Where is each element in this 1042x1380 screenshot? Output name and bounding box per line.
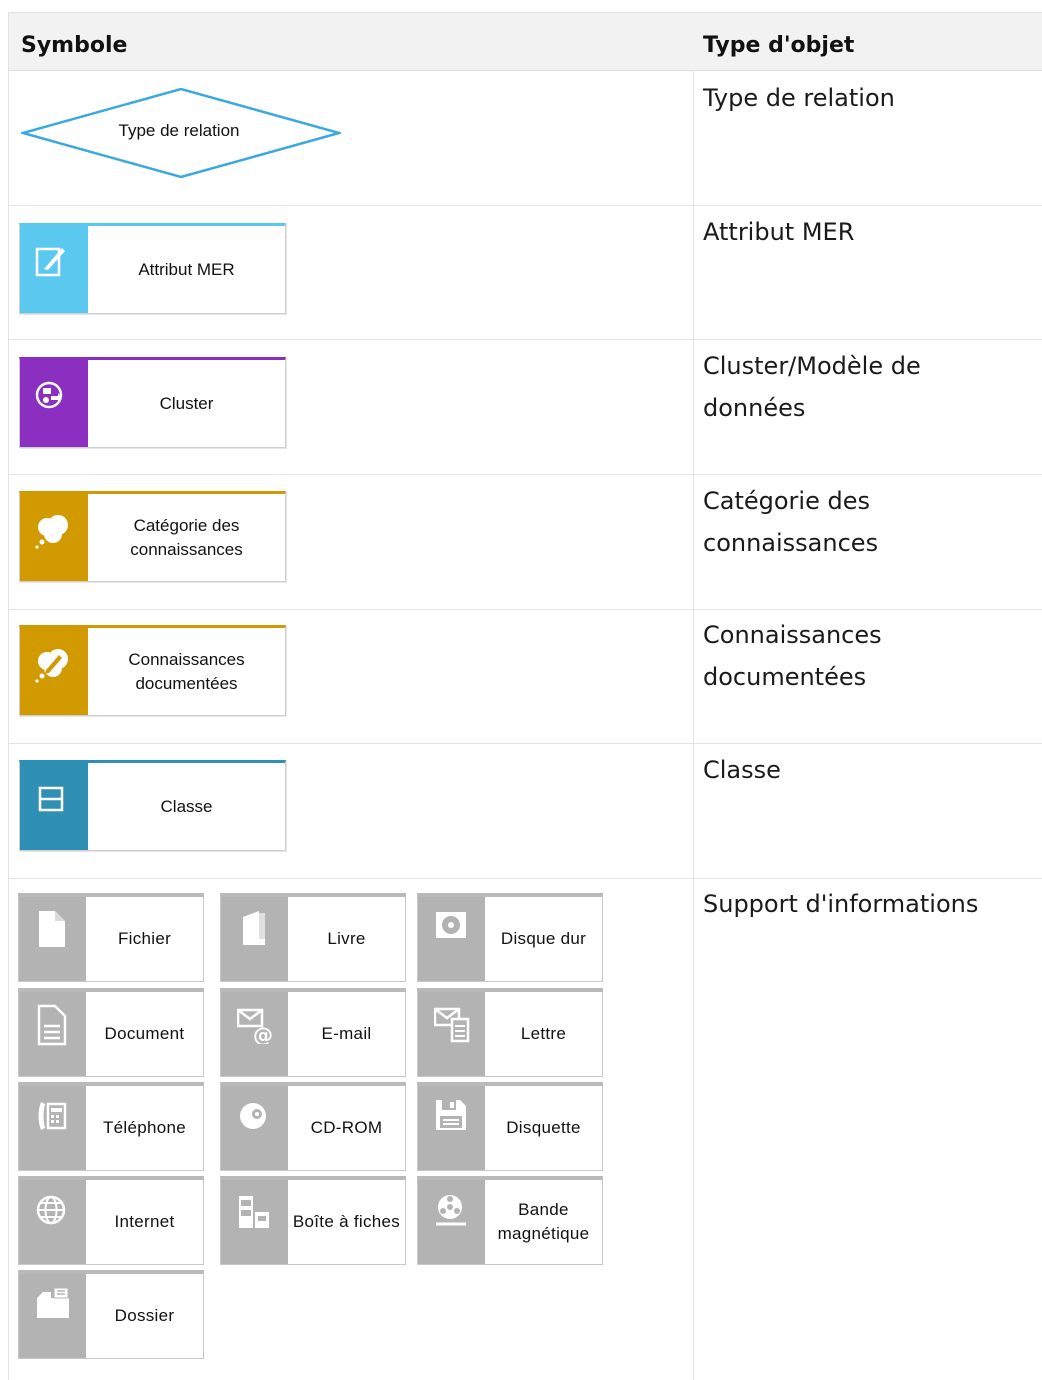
carrier-internet: Internet (18, 1176, 204, 1265)
row-divider (9, 878, 1042, 879)
column-divider (693, 71, 694, 1380)
attribut-mer-symbol: Attribut MER (19, 223, 286, 314)
table-header: Symbole Type d'objet (9, 13, 1042, 71)
carrier-livre: Livre (220, 893, 406, 982)
type-cluster: Cluster/Modèle de données (703, 352, 921, 422)
knowledge-category-label: Catégorie des connaissances (130, 515, 243, 559)
header-type-objet: Type d'objet (703, 33, 855, 58)
hard-disk-icon (436, 912, 466, 938)
row-divider (9, 743, 1042, 744)
carrier-bande: Bande magnétique (417, 1176, 603, 1265)
card-box-icon (239, 1196, 269, 1228)
class-icon (38, 786, 64, 812)
documented-knowledge-bar (20, 628, 88, 715)
cd-icon (240, 1103, 266, 1129)
carrier-boite-fiches: Boîte à fiches (220, 1176, 406, 1265)
row-divider (9, 205, 1042, 206)
class-bar (20, 763, 88, 850)
cluster-symbol: Cluster (19, 357, 286, 448)
quill-icon (35, 247, 65, 277)
floppy-icon (436, 1100, 466, 1130)
carrier-dossier: Dossier (18, 1270, 204, 1359)
header-symbole: Symbole (21, 33, 128, 58)
letter-icon (434, 1007, 470, 1043)
type-attribut-mer: Attribut MER (703, 218, 855, 246)
globe-icon (36, 1195, 66, 1225)
row-divider (9, 339, 1042, 340)
relation-type-label: Type de relation (118, 121, 240, 140)
row-divider (9, 609, 1042, 610)
cluster-label: Cluster (159, 393, 214, 413)
attribut-mer-label: Attribut MER (138, 259, 235, 279)
tape-icon (436, 1195, 466, 1226)
class-symbol: Classe (19, 760, 286, 851)
documented-knowledge-symbol: Connaissances documentées (19, 625, 286, 716)
type-relation: Type de relation (703, 84, 895, 112)
class-label: Classe (160, 796, 213, 816)
carrier-cdrom: CD-ROM (220, 1082, 406, 1171)
book-icon (243, 911, 265, 945)
documented-knowledge-label: Connaissances documentées (128, 649, 245, 693)
carrier-document: Document (18, 988, 204, 1077)
knowledge-category-bar (20, 494, 88, 581)
carrier-email: @ E-mail (220, 988, 406, 1077)
document-icon (37, 1004, 67, 1046)
carrier-disque-dur: Disque dur (417, 893, 603, 982)
carrier-fichier: Fichier (18, 893, 204, 982)
cluster-icon (35, 381, 63, 409)
type-support: Support d'informations (703, 890, 979, 918)
folder-icon (37, 1287, 69, 1318)
type-classe: Classe (703, 756, 781, 784)
carrier-disquette: Disquette (417, 1082, 603, 1171)
carrier-lettre: Lettre (417, 988, 603, 1077)
type-categorie: Catégorie des connaissances (703, 487, 879, 557)
row-divider (9, 474, 1042, 475)
carrier-telephone: Téléphone (18, 1082, 204, 1171)
file-icon (39, 911, 65, 947)
knowledge-category-symbol: Catégorie des connaissances (19, 491, 286, 582)
type-connaissances: Connaissances documentées (703, 621, 882, 691)
thought-cloud-pencil-icon (35, 649, 68, 683)
thought-cloud-icon (35, 515, 68, 549)
svg-text:@: @ (253, 1023, 273, 1044)
object-type-table: Symbole Type d'objet Type de relation At… (8, 12, 1042, 1380)
phone-icon (38, 1102, 67, 1130)
cluster-bar (20, 360, 88, 447)
email-icon: @ (237, 1008, 273, 1044)
attribut-mer-bar (20, 226, 88, 313)
